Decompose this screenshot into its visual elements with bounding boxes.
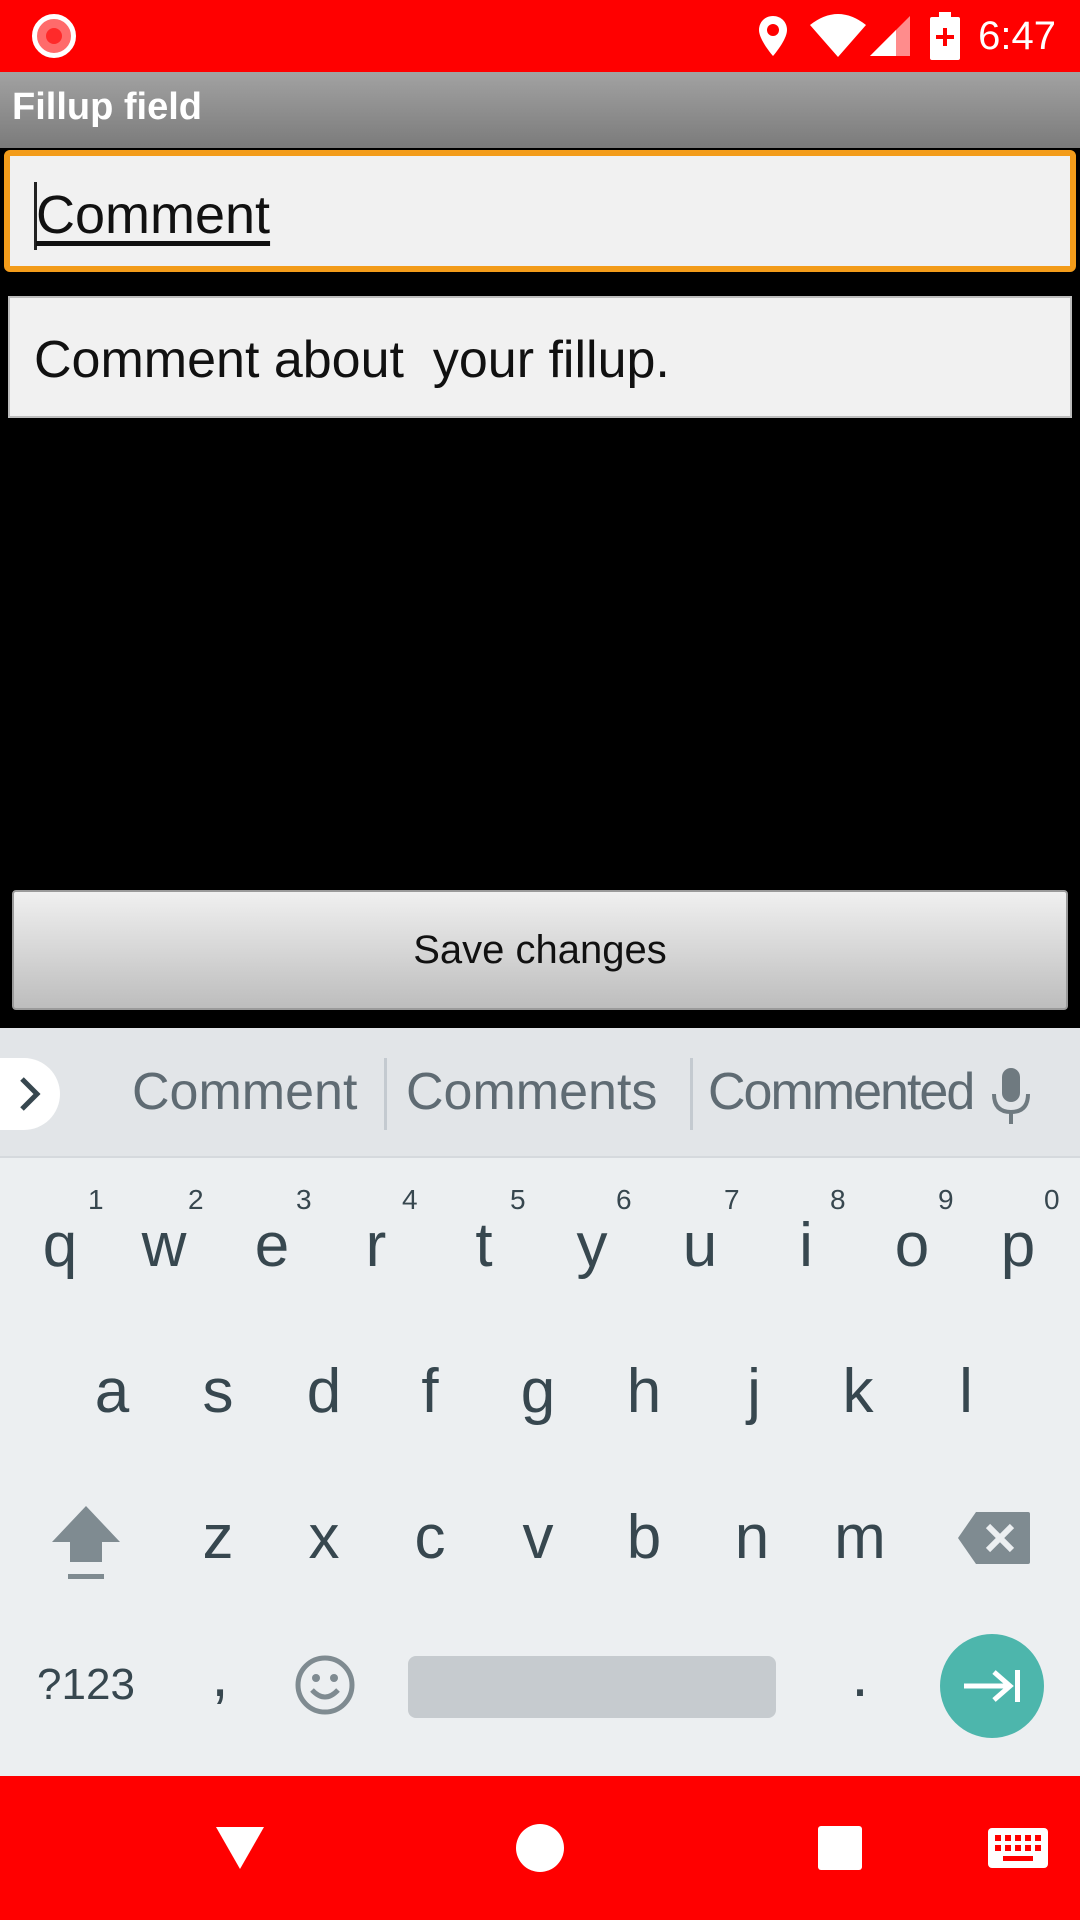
status-bar: 6:47	[0, 0, 1080, 72]
key-b[interactable]: b	[620, 1502, 668, 1573]
navigation-bar	[0, 1776, 1080, 1920]
suggestion-2[interactable]: Comments	[406, 1062, 657, 1122]
key-hint: 5	[510, 1184, 526, 1215]
recents-button[interactable]	[800, 1776, 880, 1920]
key-hint: 8	[830, 1184, 846, 1215]
title-bar: Fillup field	[0, 72, 1080, 148]
key-y[interactable]: y	[568, 1210, 616, 1281]
symbols-key[interactable]: ?123	[36, 1660, 136, 1710]
key-e[interactable]: e	[248, 1210, 296, 1281]
page-title: Fillup field	[12, 86, 202, 128]
key-hint: 6	[616, 1184, 632, 1215]
chevron-right-icon	[20, 1077, 41, 1111]
key-f[interactable]: f	[406, 1356, 454, 1427]
suggestion-divider	[690, 1058, 693, 1130]
key-t[interactable]: t	[460, 1210, 508, 1281]
home-button[interactable]	[500, 1776, 580, 1920]
key-hint: 4	[402, 1184, 418, 1215]
key-r[interactable]: r	[352, 1210, 400, 1281]
location-icon	[759, 16, 788, 56]
key-p[interactable]: p	[994, 1210, 1042, 1281]
suggestion-3[interactable]: Commented	[708, 1062, 975, 1122]
soft-keyboard: Comment Comments Commented 1 q 2 w 3 e 4…	[0, 1028, 1080, 1776]
backspace-icon[interactable]	[956, 1510, 1032, 1566]
key-period[interactable]: .	[842, 1640, 878, 1711]
save-button-label: Save changes	[413, 927, 667, 972]
key-k[interactable]: k	[834, 1356, 882, 1427]
key-l[interactable]: l	[942, 1356, 990, 1427]
save-button[interactable]: Save changes	[12, 890, 1068, 1010]
key-comma[interactable]: ,	[200, 1640, 240, 1711]
field-value-input[interactable]: Comment about your fillup.	[8, 296, 1072, 418]
key-g[interactable]: g	[514, 1356, 562, 1427]
tab-next-icon	[964, 1670, 1020, 1702]
keyboard-icon	[988, 1828, 1048, 1868]
key-o[interactable]: o	[888, 1210, 936, 1281]
key-u[interactable]: u	[676, 1210, 724, 1281]
suggestion-divider	[384, 1058, 387, 1130]
key-i[interactable]: i	[782, 1210, 830, 1281]
key-j[interactable]: j	[730, 1356, 778, 1427]
field-value-text: Comment about your fillup.	[34, 331, 670, 389]
status-icons: 6:47	[756, 0, 1080, 72]
keyboard-switch-button[interactable]	[978, 1776, 1058, 1920]
battery-charging-icon	[930, 12, 961, 60]
key-hint: 9	[938, 1184, 954, 1215]
key-a[interactable]: a	[88, 1356, 136, 1427]
home-icon	[516, 1824, 564, 1872]
space-bar[interactable]	[408, 1656, 776, 1718]
field-name-value: Comment	[36, 185, 271, 245]
key-hint: 7	[724, 1184, 740, 1215]
key-x[interactable]: x	[300, 1502, 348, 1573]
clock: 6:47	[978, 13, 1056, 58]
suggestion-1[interactable]: Comment	[132, 1062, 357, 1122]
key-q[interactable]: q	[36, 1210, 84, 1281]
key-d[interactable]: d	[300, 1356, 348, 1427]
back-icon	[216, 1827, 264, 1869]
key-w[interactable]: w	[134, 1210, 194, 1281]
record-icon	[32, 14, 76, 58]
key-v[interactable]: v	[514, 1502, 562, 1573]
next-field-button[interactable]	[940, 1634, 1044, 1738]
key-s[interactable]: s	[194, 1356, 242, 1427]
key-m[interactable]: m	[828, 1502, 892, 1573]
back-button[interactable]	[200, 1776, 280, 1920]
key-hint: 0	[1044, 1184, 1060, 1215]
emoji-icon[interactable]	[294, 1654, 356, 1716]
shift-icon[interactable]	[48, 1502, 124, 1586]
wifi-icon	[810, 14, 867, 57]
signal-icon	[870, 16, 911, 56]
expand-suggestions-button[interactable]	[0, 1058, 60, 1130]
suggestion-bar: Comment Comments Commented	[0, 1028, 1080, 1158]
key-h[interactable]: h	[620, 1356, 668, 1427]
microphone-icon[interactable]	[990, 1068, 1032, 1126]
key-z[interactable]: z	[194, 1502, 242, 1573]
key-hint: 3	[296, 1184, 312, 1215]
key-hint: 1	[88, 1184, 104, 1215]
key-n[interactable]: n	[728, 1502, 776, 1573]
key-c[interactable]: c	[406, 1502, 454, 1573]
field-name-input[interactable]: Comment	[4, 150, 1076, 272]
recents-icon	[818, 1826, 862, 1870]
